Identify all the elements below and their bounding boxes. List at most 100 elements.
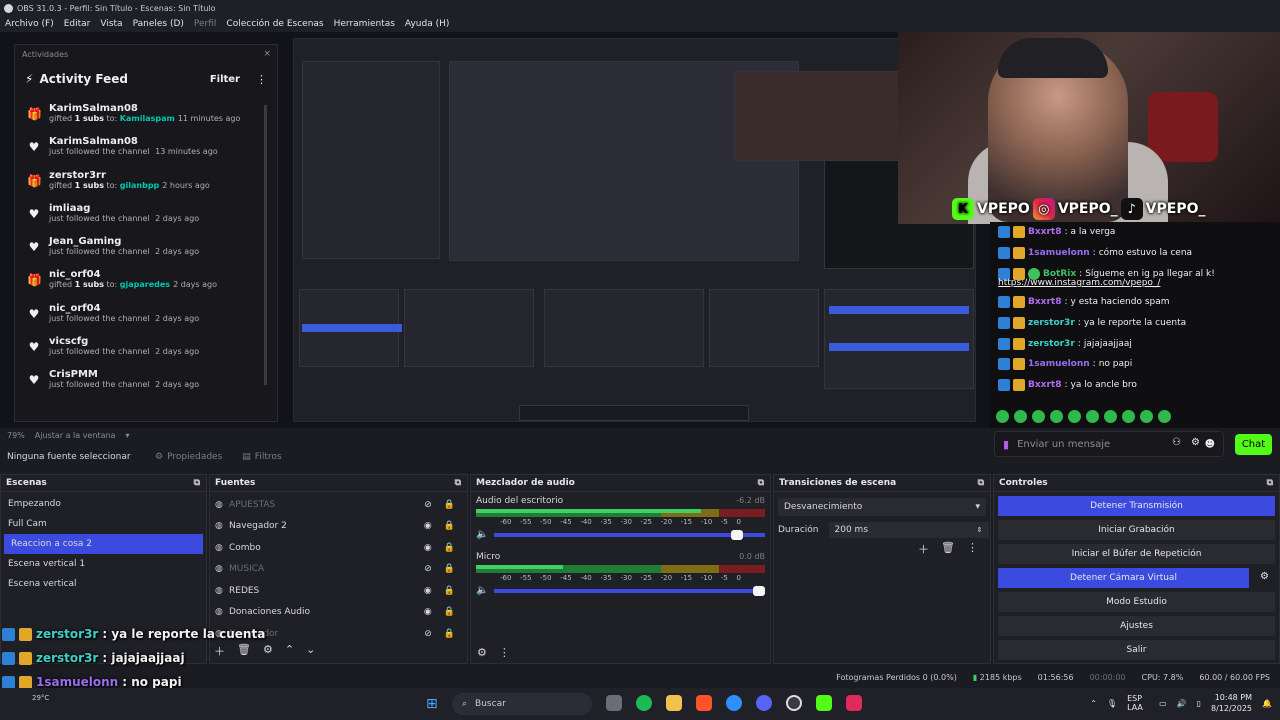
emote-icon[interactable] [996, 410, 1009, 423]
chat-username[interactable]: zerstor3r [1028, 339, 1075, 349]
duration-input[interactable]: 200 ms ⇕ [828, 522, 989, 538]
eye-icon[interactable]: ◉ [424, 586, 432, 596]
lock-icon[interactable]: 🔒 [444, 586, 455, 596]
notifications-icon[interactable]: 🔔 [1262, 699, 1272, 708]
menu-item[interactable]: Herramientas [334, 19, 395, 29]
users-icon[interactable]: ⚇ [1172, 437, 1181, 448]
activity-item[interactable]: ♥ CrisPMM just followed the channel 2 days… [15, 369, 265, 402]
chat-username[interactable]: 1samuelonn [1028, 248, 1090, 258]
source-item[interactable]: ◍ APUESTAS ⊘ 🔒 [210, 494, 467, 516]
control-button[interactable]: Iniciar Grabación [998, 520, 1275, 540]
chat-username[interactable]: 1samuelonn [1028, 359, 1090, 369]
emote-icon[interactable] [1122, 410, 1135, 423]
transition-select[interactable]: Desvanecimiento ▾ [778, 498, 986, 516]
lock-icon[interactable]: 🔒 [444, 564, 455, 574]
volume-slider[interactable] [494, 585, 765, 596]
stepper-icon[interactable]: ⇕ [977, 526, 983, 534]
weather-widget[interactable]: 29°C [32, 694, 49, 702]
undock-icon[interactable]: ⧉ [1267, 478, 1273, 488]
language-indicator[interactable]: ESP LAA [1127, 694, 1149, 712]
eye-icon[interactable]: ◉ [424, 607, 432, 617]
undock-icon[interactable]: ⧉ [455, 478, 461, 488]
menu-item[interactable]: Archivo (F) [5, 19, 54, 29]
menu-item[interactable]: Perfil [194, 19, 217, 29]
chevron-down-icon[interactable]: ▾ [125, 431, 129, 440]
source-item[interactable]: ◍ REDES ◉ 🔒 [210, 580, 467, 602]
chat-link[interactable]: https://www.instagram.com/vpepo_/ [990, 278, 1280, 292]
source-item[interactable]: ◍ Combo ◉ 🔒 [210, 537, 467, 559]
menu-item[interactable]: Colección de Escenas [226, 19, 323, 29]
scene-item[interactable]: Escena vertical [1, 574, 206, 594]
remove-transition-icon[interactable]: 🗑 [941, 541, 955, 557]
scene-item[interactable]: Empezando [1, 494, 206, 514]
chat-username[interactable]: Bxxrt8 [1028, 227, 1061, 237]
lock-icon[interactable]: 🔒 [444, 607, 455, 617]
activity-item[interactable]: ♥ imliaag just followed the channel 2 days… [15, 203, 265, 236]
chat-username[interactable]: Bxxrt8 [1028, 380, 1061, 390]
edge-icon[interactable] [726, 695, 742, 711]
filter-button[interactable]: Filter [210, 74, 240, 85]
brave-icon[interactable] [696, 695, 712, 711]
undock-icon[interactable]: ⧉ [978, 478, 984, 488]
activity-item[interactable]: 🎁 KarimSalman08 gifted 1 subs to: Kamilasp… [15, 103, 265, 136]
emote-icon[interactable] [1104, 410, 1117, 423]
volume-icon[interactable]: 🔊 [1177, 699, 1187, 708]
speaker-icon[interactable]: 🔈 [476, 585, 488, 596]
taskbar-search[interactable]: ⌕ Buscar [452, 693, 592, 715]
activity-item[interactable]: 🎁 zerstor3rr gifted 1 subs to: gilanbpp 2 h… [15, 170, 265, 203]
source-item[interactable]: ◍ MUSICA ⊘ 🔒 [210, 559, 467, 581]
emote-icon[interactable] [1068, 410, 1081, 423]
activity-target[interactable]: Kamilaspam [120, 114, 175, 123]
more-options-icon[interactable]: ⋮ [967, 541, 978, 557]
menu-item[interactable]: Vista [100, 19, 122, 29]
more-options-icon[interactable]: ⋮ [256, 73, 267, 86]
task-view-icon[interactable] [606, 695, 622, 711]
clock[interactable]: 10:48 PM 8/12/2025 [1211, 692, 1252, 714]
settings-icon[interactable]: ⚙ [1191, 437, 1200, 448]
speaker-icon[interactable]: 🔈 [476, 529, 488, 540]
more-options-icon[interactable]: ⋮ [499, 646, 510, 659]
eye-off-icon[interactable]: ⊘ [424, 564, 432, 574]
eye-off-icon[interactable]: ⊘ [424, 500, 432, 510]
chevron-up-icon[interactable]: ⌃ [1090, 699, 1097, 708]
control-button[interactable]: Ajustes [998, 616, 1275, 636]
emote-icon[interactable] [1086, 410, 1099, 423]
lock-icon[interactable]: 🔒 [444, 500, 455, 510]
emote-icon[interactable] [1032, 410, 1045, 423]
menu-item[interactable]: Paneles (D) [133, 19, 184, 29]
chat-send-button[interactable]: Chat [1235, 434, 1272, 455]
scene-item[interactable]: Full Cam [1, 514, 206, 534]
undock-icon[interactable]: ⧉ [194, 478, 200, 488]
chat-username[interactable]: Bxxrt8 [1028, 297, 1061, 307]
mixer-settings-icon[interactable]: ⚙ [477, 646, 487, 659]
volume-slider-knob[interactable] [731, 529, 744, 540]
activity-item[interactable]: ♥ KarimSalman08 just followed the channel … [15, 136, 265, 169]
control-button[interactable]: Iniciar el Búfer de Repetición [998, 544, 1275, 564]
eye-icon[interactable]: ◉ [424, 543, 432, 553]
kick-taskbar-icon[interactable] [816, 695, 832, 711]
discord-icon[interactable] [756, 695, 772, 711]
zoom-level[interactable]: 79% [7, 431, 25, 440]
menu-item[interactable]: Editar [64, 19, 91, 29]
emote-icon[interactable] [1014, 410, 1027, 423]
activity-target[interactable]: gjaparedes [120, 280, 170, 289]
lock-icon[interactable]: 🔒 [444, 543, 455, 553]
virtual-camera-settings-icon[interactable]: ⚙ [1260, 571, 1269, 582]
activity-item[interactable]: ♥ Jean_Gaming just followed the channel 2 … [15, 236, 265, 269]
tiktok-taskbar-icon[interactable] [846, 695, 862, 711]
eye-off-icon[interactable]: ⊘ [424, 629, 432, 639]
fit-window-select[interactable]: Ajustar a la ventana [35, 431, 116, 440]
activity-target[interactable]: gilanbpp [120, 181, 159, 190]
emote-icon[interactable] [1050, 410, 1063, 423]
control-button[interactable]: Detener Transmisión [998, 496, 1275, 516]
emote-icon[interactable] [1158, 410, 1171, 423]
scene-item[interactable]: Reaccion a cosa 2 [4, 534, 203, 554]
control-button[interactable]: Modo Estudio [998, 592, 1275, 612]
volume-slider-knob[interactable] [753, 585, 765, 596]
emoji-icon[interactable]: ☻ [1205, 439, 1215, 450]
control-button[interactable]: Detener Cámara Virtual [998, 568, 1249, 588]
activity-item[interactable]: 🎁 nic_orf04 gifted 1 subs to: gjaparedes 2 … [15, 269, 265, 302]
move-down-icon[interactable]: ⌄ [306, 643, 315, 659]
lock-icon[interactable]: 🔒 [444, 521, 455, 531]
volume-slider[interactable] [494, 529, 765, 540]
